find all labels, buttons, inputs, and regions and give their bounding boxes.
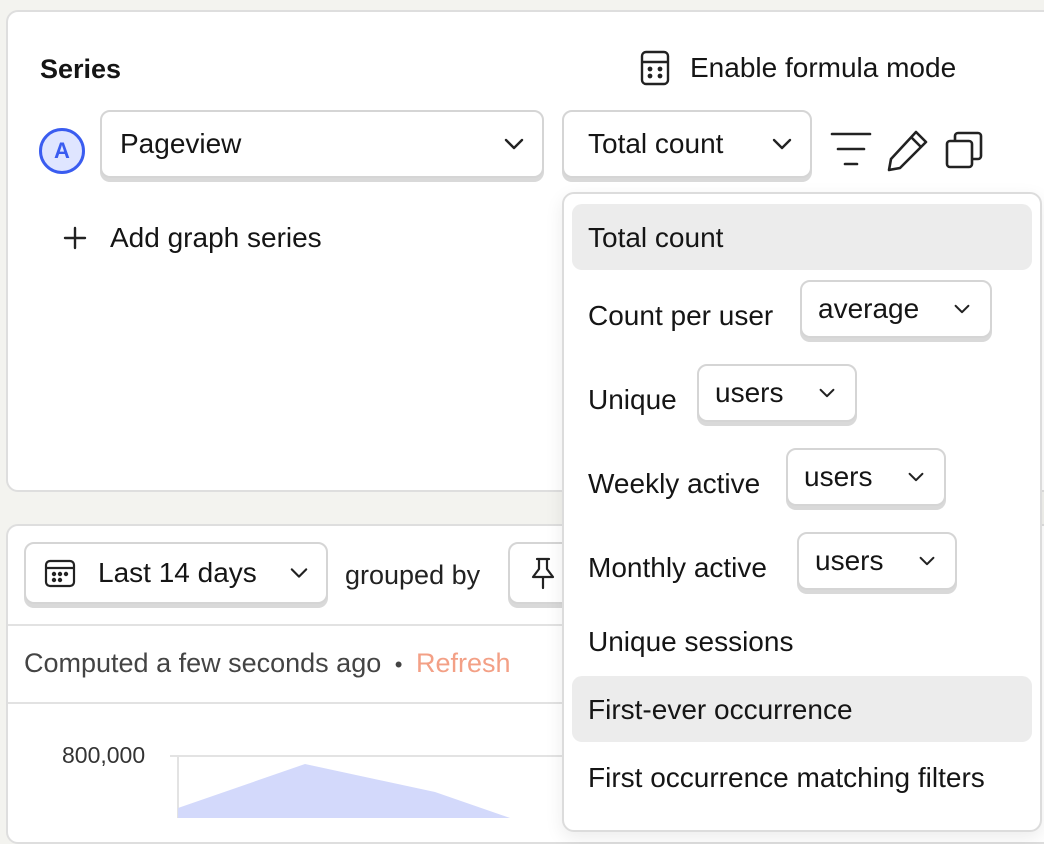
area-series	[178, 764, 510, 818]
count-per-user-select[interactable]: average	[800, 280, 992, 338]
pin-icon	[528, 556, 558, 590]
filter-icon[interactable]	[830, 130, 872, 168]
date-range-select[interactable]: Last 14 days	[24, 542, 328, 604]
menu-item-label: Total count	[588, 222, 724, 253]
divider	[8, 702, 578, 704]
menu-item-label: First occurrence matching filters	[588, 762, 985, 793]
duplicate-icon[interactable]	[944, 130, 984, 170]
menu-item-first-ever-occurrence[interactable]: First-ever occurrence	[572, 676, 1032, 742]
weekly-active-value: users	[804, 461, 873, 492]
event-select[interactable]: Pageview	[100, 110, 544, 178]
series-title: Series	[40, 54, 122, 84]
trend-area-chart	[170, 755, 570, 818]
weekly-active-select[interactable]: users	[786, 448, 946, 506]
series-letter-badge: A	[39, 128, 85, 174]
unique-select[interactable]: users	[697, 364, 857, 422]
menu-item-label: Count per user	[588, 300, 774, 331]
menu-item-first-occurrence-matching-filters[interactable]: First occurrence matching filters	[572, 744, 1032, 810]
menu-item-label: Unique	[588, 384, 677, 415]
formula-mode-toggle[interactable]: Enable formula mode	[640, 50, 956, 86]
menu-item-label: Monthly active	[588, 552, 767, 583]
pencil-icon[interactable]	[886, 128, 930, 172]
formula-mode-label: Enable formula mode	[690, 52, 957, 83]
calendar-icon	[44, 558, 76, 588]
chevron-down-icon	[954, 304, 970, 314]
menu-item-label: Unique sessions	[588, 626, 794, 657]
unique-value: users	[715, 377, 784, 408]
count-per-user-value: average	[818, 293, 920, 324]
math-select-value: Total count	[588, 128, 724, 159]
chevron-down-icon	[504, 138, 524, 150]
calculator-icon	[640, 50, 670, 86]
math-dropdown-menu: Total count Count per user average Uniqu…	[562, 192, 1042, 832]
computed-status: Computed a few seconds ago • Refresh	[24, 648, 511, 679]
plus-icon	[62, 225, 88, 251]
event-select-value: Pageview	[120, 128, 242, 159]
menu-item-label: First-ever occurrence	[588, 694, 853, 725]
divider	[8, 624, 578, 626]
chevron-down-icon	[819, 388, 835, 398]
chevron-down-icon	[908, 472, 924, 482]
y-axis-tick-label: 800,000	[62, 742, 146, 768]
chevron-down-icon	[772, 138, 792, 150]
chevron-down-icon	[290, 568, 308, 579]
monthly-active-value: users	[815, 545, 884, 576]
monthly-active-select[interactable]: users	[797, 532, 957, 590]
date-range-value: Last 14 days	[98, 557, 257, 588]
separator-dot: •	[394, 652, 403, 677]
math-select[interactable]: Total count	[562, 110, 812, 178]
refresh-link[interactable]: Refresh	[416, 648, 511, 678]
add-graph-series-button[interactable]: Add graph series	[62, 222, 322, 254]
chevron-down-icon	[919, 556, 935, 566]
computed-text: Computed a few seconds ago	[24, 648, 382, 678]
add-graph-series-label: Add graph series	[110, 222, 322, 253]
menu-item-unique-sessions[interactable]: Unique sessions	[572, 608, 1032, 674]
menu-item-label: Weekly active	[588, 468, 761, 499]
grouped-by-label: grouped by	[345, 560, 481, 590]
menu-item-total-count[interactable]: Total count	[572, 204, 1032, 270]
